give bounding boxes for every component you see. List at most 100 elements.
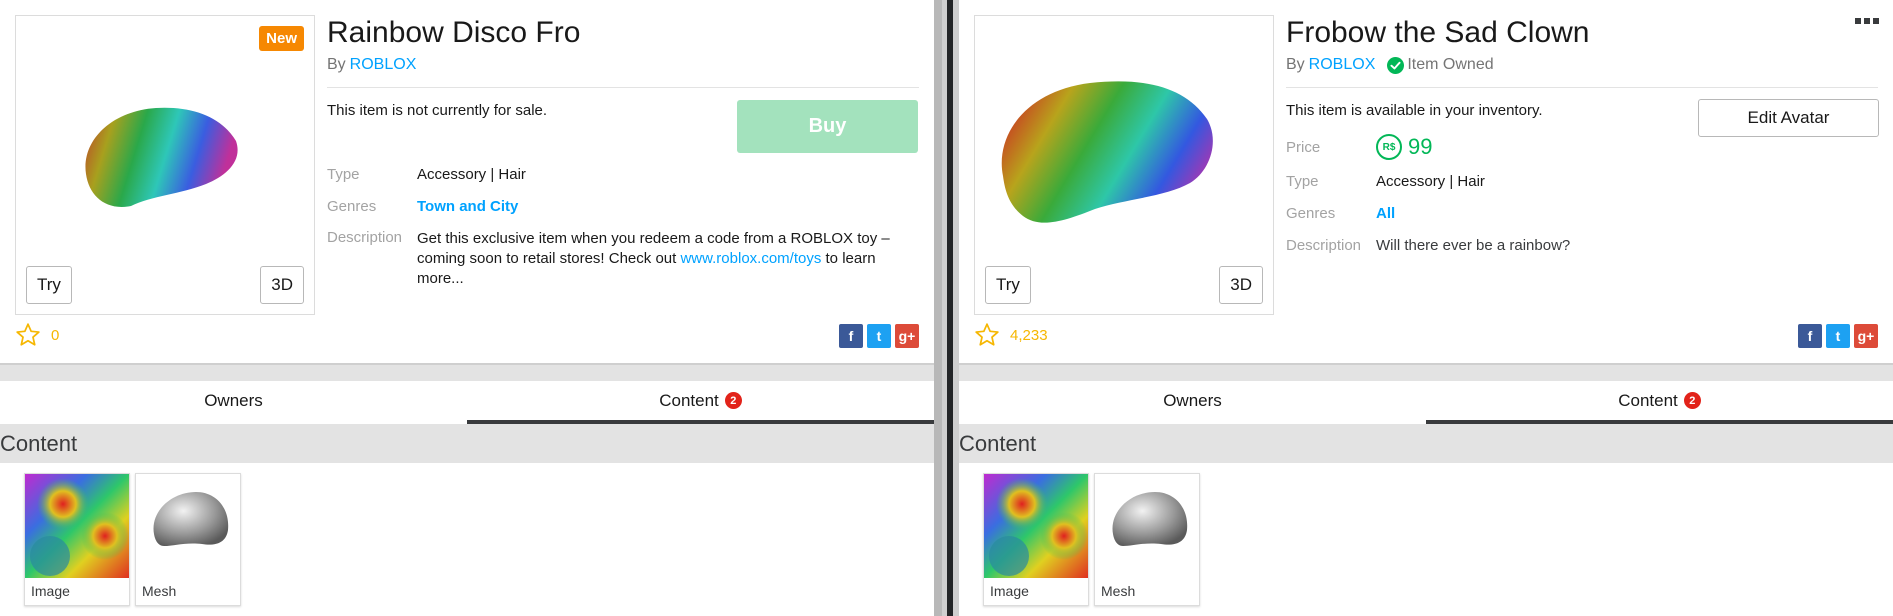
googleplus-icon[interactable]: g+ (1854, 324, 1878, 348)
inventory-status: This item is available in your inventory… (1286, 102, 1543, 119)
sale-status: This item is not currently for sale. (327, 102, 548, 119)
toys-link[interactable]: www.roblox.com/toys (680, 250, 821, 267)
item-thumbnail: Try 3D (974, 15, 1274, 315)
item-panel-right: Try 3D Frobow the Sad Clown By ROBLOX It… (959, 0, 1893, 616)
type-value: Accessory | Hair (1376, 173, 1485, 190)
by-prefix: By (327, 56, 346, 73)
divider (1286, 87, 1878, 88)
price-display: R$ 99 (1376, 134, 1432, 160)
price-value: 99 (1408, 134, 1433, 159)
item-panel-left: New Try 3D Rainbow Disco Fro By ROBLOX T… (0, 0, 934, 616)
content-item-label: Mesh (142, 583, 177, 599)
googleplus-icon[interactable]: g+ (895, 324, 919, 348)
type-value: Accessory | Hair (417, 166, 526, 183)
edit-avatar-button[interactable]: Edit Avatar (1698, 99, 1879, 137)
new-badge: New (259, 26, 304, 51)
star-icon[interactable] (974, 322, 1000, 348)
section-separator (0, 363, 934, 381)
social-share: f t g+ (839, 324, 919, 348)
more-icon[interactable] (1855, 18, 1879, 24)
comparison-screen: New Try 3D Rainbow Disco Fro By ROBLOX T… (0, 0, 1893, 616)
content-item-image[interactable]: Image (24, 473, 130, 606)
price-row: Price R$ 99 (1286, 134, 1432, 160)
tab-content[interactable]: Content 2 (467, 381, 934, 424)
content-item-image[interactable]: Image (983, 473, 1089, 606)
texture-thumbnail (984, 474, 1088, 578)
twitter-icon[interactable]: t (1826, 324, 1850, 348)
genres-label: Genres (327, 198, 377, 215)
content-list: Image Mesh (983, 473, 1200, 606)
tab-bar: Owners Content 2 (0, 381, 934, 424)
creator-byline: By ROBLOX Item Owned (1286, 56, 1494, 74)
content-item-label: Image (31, 583, 70, 599)
creator-link[interactable]: ROBLOX (1309, 56, 1376, 74)
view-3d-button[interactable]: 3D (1219, 266, 1263, 304)
item-thumbnail: New Try 3D (15, 15, 315, 315)
divider-light (934, 0, 942, 616)
mesh-thumbnail (1095, 474, 1199, 578)
divider-dark (947, 0, 953, 616)
genre-link[interactable]: Town and City (417, 198, 518, 215)
check-circle-icon (1387, 56, 1405, 74)
description-row: Description Get this exclusive item when… (327, 229, 917, 289)
facebook-icon[interactable]: f (839, 324, 863, 348)
genres-row: Genres All (1286, 205, 1395, 222)
content-item-label: Image (990, 583, 1029, 599)
tab-count-badge: 2 (1683, 392, 1701, 409)
content-item-label: Mesh (1101, 583, 1136, 599)
try-button[interactable]: Try (985, 266, 1031, 304)
type-row: Type Accessory | Hair (327, 166, 526, 183)
buy-button[interactable]: Buy (737, 100, 918, 153)
hair-asset-image (1001, 81, 1213, 223)
content-list: Image Mesh (24, 473, 241, 606)
texture-thumbnail (25, 474, 129, 578)
item-title: Frobow the Sad Clown (1286, 16, 1590, 49)
genre-link[interactable]: All (1376, 205, 1395, 222)
favorite-count: 0 (51, 326, 60, 344)
description-label: Description (1286, 237, 1362, 254)
tab-label: Content (1618, 390, 1678, 410)
hair-asset-image (85, 107, 238, 207)
content-item-mesh[interactable]: Mesh (1094, 473, 1200, 606)
tab-count-badge: 2 (724, 392, 742, 409)
mesh-thumbnail (136, 474, 240, 578)
tab-content[interactable]: Content 2 (1426, 381, 1893, 424)
content-item-mesh[interactable]: Mesh (135, 473, 241, 606)
social-share: f t g+ (1798, 324, 1878, 348)
creator-link[interactable]: ROBLOX (350, 56, 417, 74)
favorite-control[interactable]: 0 (15, 322, 59, 348)
description-text: Get this exclusive item when you redeem … (417, 229, 917, 289)
content-heading: Content (0, 424, 934, 463)
owned-indicator: Item Owned (1387, 56, 1494, 74)
panel-divider (934, 0, 959, 616)
star-icon[interactable] (15, 322, 41, 348)
favorite-count: 4,233 (1010, 326, 1048, 344)
content-heading: Content (959, 424, 1893, 463)
genres-row: Genres Town and City (327, 198, 518, 215)
try-button[interactable]: Try (26, 266, 72, 304)
type-label: Type (327, 166, 360, 183)
view-3d-button[interactable]: 3D (260, 266, 304, 304)
tab-bar: Owners Content 2 (959, 381, 1893, 424)
section-separator (959, 363, 1893, 381)
robux-icon: R$ (1376, 134, 1402, 160)
twitter-icon[interactable]: t (867, 324, 891, 348)
description-label: Description (327, 229, 403, 246)
tab-label: Owners (204, 390, 263, 410)
description-text: Will there ever be a rainbow? (1376, 237, 1571, 254)
divider (327, 87, 919, 88)
tab-owners[interactable]: Owners (959, 381, 1426, 424)
type-row: Type Accessory | Hair (1286, 173, 1485, 190)
tab-owners[interactable]: Owners (0, 381, 467, 424)
tab-label: Content (659, 390, 719, 410)
by-prefix: By (1286, 56, 1305, 73)
item-title: Rainbow Disco Fro (327, 16, 581, 49)
type-label: Type (1286, 173, 1319, 190)
owned-label: Item Owned (1407, 56, 1494, 73)
description-row: Description Will there ever be a rainbow… (1286, 237, 1570, 254)
facebook-icon[interactable]: f (1798, 324, 1822, 348)
genres-label: Genres (1286, 205, 1336, 222)
price-label: Price (1286, 138, 1321, 156)
favorite-control[interactable]: 4,233 (974, 322, 1048, 348)
tab-label: Owners (1163, 390, 1222, 410)
